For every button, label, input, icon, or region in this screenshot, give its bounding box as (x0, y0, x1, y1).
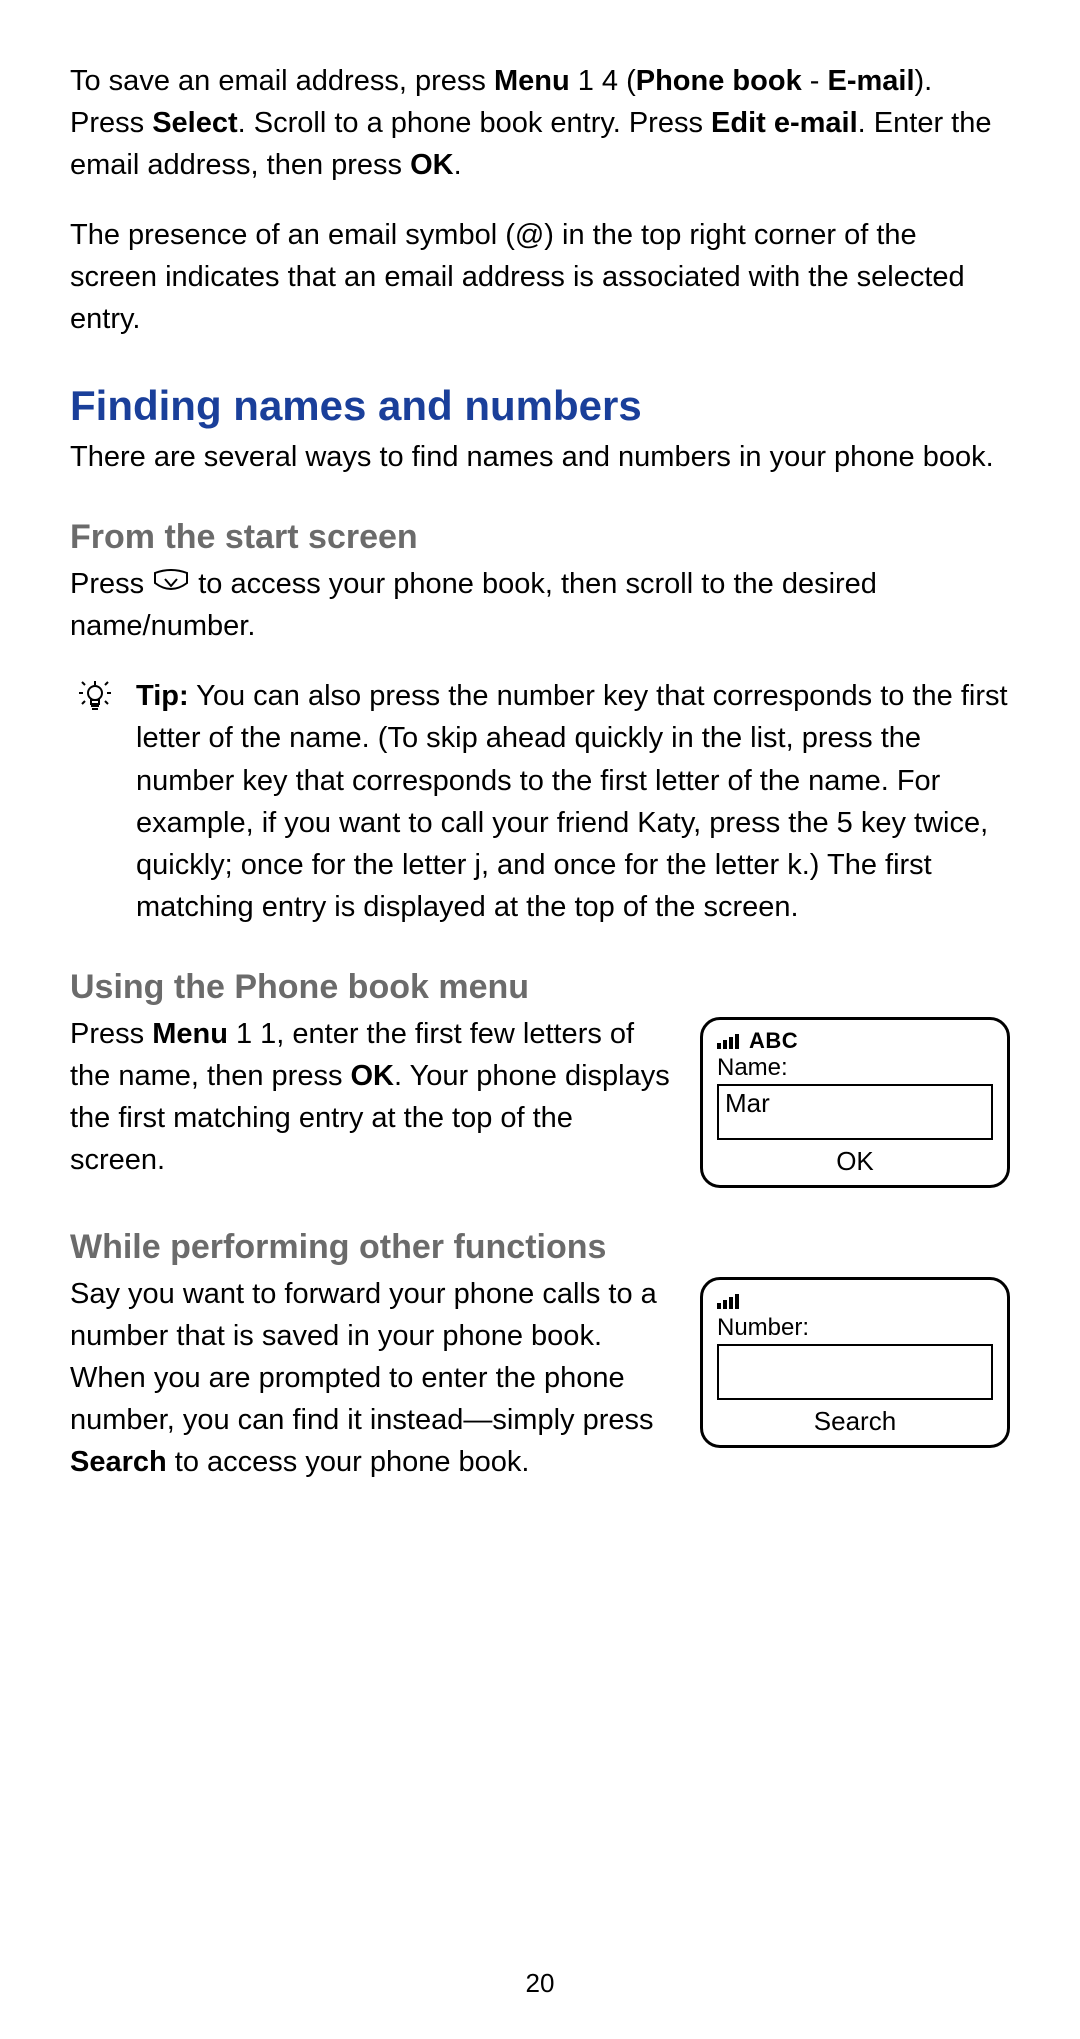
text: . Scroll to a phone book entry. Press (238, 107, 711, 139)
subheading-start-screen: From the start screen (70, 518, 1010, 557)
phone-book-label: Phone book (636, 65, 802, 97)
name-input-box: Mar (717, 1084, 993, 1140)
ok-label: OK (410, 149, 454, 181)
phonebook-menu-row: Press Menu 1 1, enter the first few lett… (70, 1013, 1010, 1188)
softkey-search: Search (717, 1406, 993, 1437)
menu-key-label: Menu (494, 65, 570, 97)
text: To save an email address, press (70, 65, 494, 97)
text: to access your phone book, then scroll t… (70, 568, 877, 642)
other-functions-paragraph: Say you want to forward your phone calls… (70, 1273, 676, 1483)
phone-screenshot-name: ABC Name: Mar OK (700, 1017, 1010, 1188)
tip-body: You can also press the number key that c… (136, 680, 1008, 922)
tip-lightbulb-icon (70, 675, 120, 715)
search-label: Search (70, 1446, 167, 1478)
phone-screenshot-number: Number: Search (700, 1277, 1010, 1448)
tip-text: Tip: You can also press the number key t… (136, 675, 1010, 927)
intro-paragraph-2: The presence of an email symbol (@) in t… (70, 214, 1010, 340)
edit-email-label: Edit e-mail (711, 107, 858, 139)
field-label-name: Name: (717, 1054, 993, 1082)
field-label-number: Number: (717, 1314, 993, 1342)
text: 1 4 ( (570, 65, 636, 97)
document-page: To save an email address, press Menu 1 4… (0, 0, 1080, 2039)
text: Press (70, 568, 152, 600)
text: Say you want to forward your phone calls… (70, 1278, 657, 1436)
text: Press (70, 1018, 152, 1050)
signal-icon (717, 1293, 741, 1309)
select-label: Select (152, 107, 237, 139)
ok-label: OK (351, 1060, 395, 1092)
intro-paragraph-1: To save an email address, press Menu 1 4… (70, 60, 1010, 186)
phone-status-bar (717, 1290, 993, 1312)
page-number: 20 (0, 1968, 1080, 1999)
signal-icon (717, 1033, 741, 1049)
text: . (454, 149, 462, 181)
text: - (802, 65, 828, 97)
finding-intro-paragraph: There are several ways to find names and… (70, 436, 1010, 478)
down-scroll-key-icon (152, 565, 190, 591)
subheading-phonebook-menu: Using the Phone book menu (70, 968, 1010, 1007)
tip-label: Tip: (136, 680, 189, 712)
other-functions-row: Say you want to forward your phone calls… (70, 1273, 1010, 1483)
section-heading-finding: Finding names and numbers (70, 382, 1010, 430)
softkey-ok: OK (717, 1146, 993, 1177)
tip-block: Tip: You can also press the number key t… (70, 675, 1010, 927)
start-screen-paragraph: Press to access your phone book, then sc… (70, 563, 1010, 647)
phone-status-bar: ABC (717, 1030, 993, 1052)
menu-key-label: Menu (152, 1018, 228, 1050)
phonebook-menu-paragraph: Press Menu 1 1, enter the first few lett… (70, 1013, 676, 1181)
text: to access your phone book. (167, 1446, 530, 1478)
email-label: E-mail (827, 65, 914, 97)
input-mode-label: ABC (749, 1028, 798, 1054)
subheading-other-functions: While performing other functions (70, 1228, 1010, 1267)
number-input-box (717, 1344, 993, 1400)
